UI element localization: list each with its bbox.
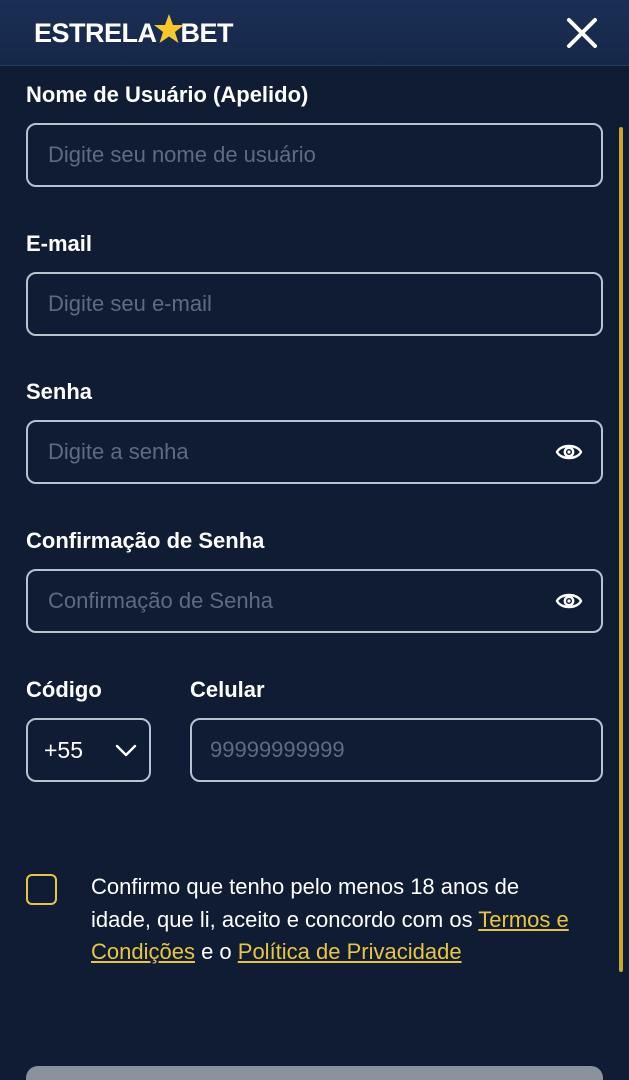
username-field-box <box>26 123 603 187</box>
password-label: Senha <box>26 379 93 404</box>
terms-text-middle: e o <box>194 939 238 964</box>
star-icon <box>153 14 184 43</box>
chevron-down-icon <box>115 744 137 757</box>
terms-checkbox[interactable] <box>26 874 57 905</box>
password-confirm-label: Confirmação de Senha <box>26 528 265 553</box>
phone-field-box <box>190 718 603 782</box>
country-code-value: +55 <box>44 736 84 763</box>
password-confirm-field-box <box>26 569 603 633</box>
scrollbar[interactable] <box>619 127 623 972</box>
registration-screen: ESTRELA BET Nome de Usuário (Apelido) E-… <box>0 0 629 1080</box>
logo-text-right: BET <box>180 17 234 48</box>
code-label: Código <box>26 677 102 702</box>
username-label: Nome de Usuário (Apelido) <box>26 82 309 107</box>
terms-text-before: Confirmo que tenho pelo menos 18 anos de… <box>91 874 520 932</box>
password-input[interactable] <box>48 422 601 482</box>
eye-icon[interactable] <box>555 440 583 464</box>
privacy-link[interactable]: Política de Privacidade <box>238 939 462 964</box>
email-field-box <box>26 272 603 336</box>
email-label: E-mail <box>26 231 93 256</box>
logo-text-left: ESTRELA <box>34 17 157 48</box>
password-confirm-input[interactable] <box>48 571 601 631</box>
username-input[interactable] <box>48 125 601 185</box>
phone-input[interactable] <box>210 737 601 763</box>
brand-logo: ESTRELA BET <box>34 11 234 55</box>
terms-text: Confirmo que tenho pelo menos 18 anos de… <box>91 871 571 969</box>
submit-button[interactable] <box>26 1066 603 1080</box>
eye-icon[interactable] <box>555 589 583 613</box>
close-icon[interactable] <box>565 16 599 50</box>
phone-label: Celular <box>190 677 265 702</box>
form-scroll-area: Nome de Usuário (Apelido) E-mail Senha C… <box>0 66 629 1080</box>
email-input[interactable] <box>48 274 601 334</box>
country-code-select[interactable]: +55 <box>26 718 151 782</box>
password-field-box <box>26 420 603 484</box>
top-bar: ESTRELA BET <box>0 0 629 66</box>
